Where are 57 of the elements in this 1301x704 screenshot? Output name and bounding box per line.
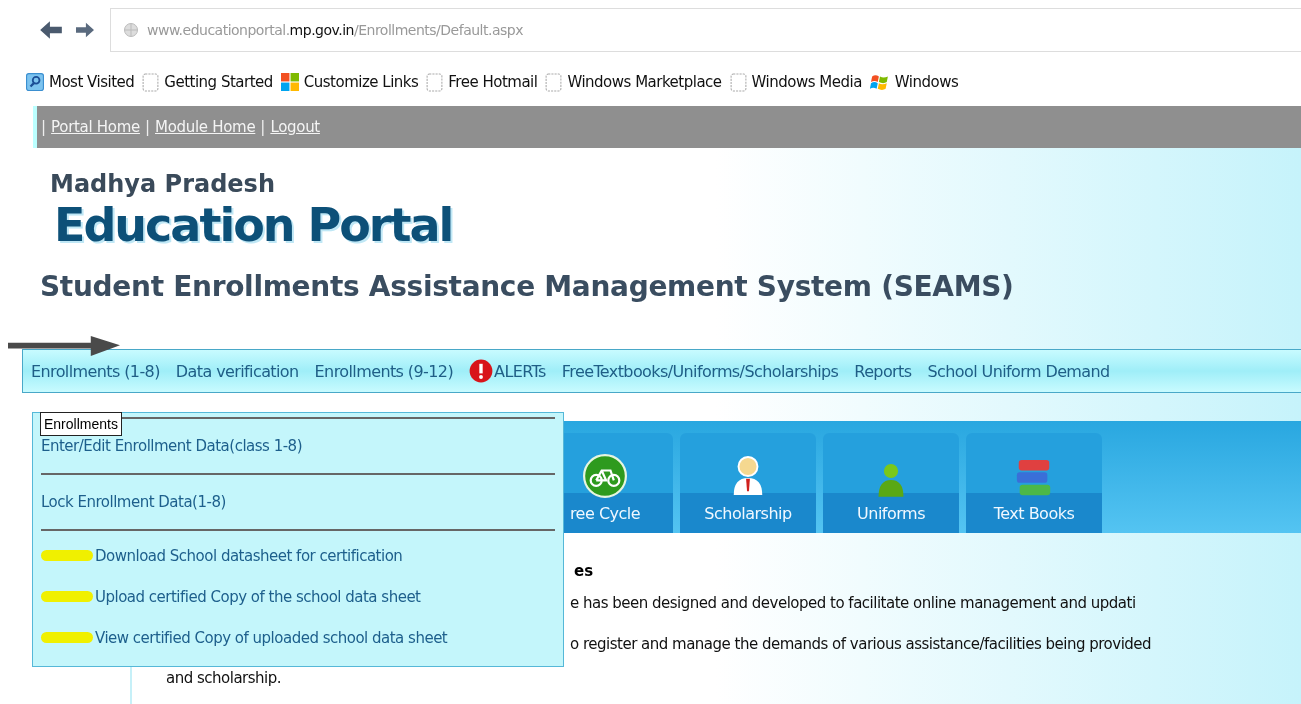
menu-item[interactable]: Reports	[854, 361, 912, 381]
alert-icon	[469, 359, 494, 383]
dropdown-item[interactable]: View certified Copy of uploaded school data sheet	[95, 628, 448, 647]
description-text: and scholarship.	[166, 669, 283, 687]
menu-item[interactable]: FreeTextbooks/Uniforms/Scholarships	[561, 361, 839, 381]
bookmark-link[interactable]: Windows Marketplace	[567, 73, 722, 91]
blank-page-icon	[729, 72, 747, 92]
nav-link[interactable]: Portal Home	[51, 118, 140, 136]
tooltip: Enrollments	[40, 412, 122, 436]
portal-title: Education Portal	[54, 198, 454, 252]
marker-pill-icon	[41, 632, 93, 643]
bookmark-link[interactable]: Getting Started	[164, 73, 273, 91]
feature-tab[interactable]: Uniforms	[823, 433, 959, 533]
description-text: o register and manage the demands of various assistance/facilities being provided	[570, 635, 1153, 653]
tab-label: Text Books	[993, 504, 1075, 523]
system-title: Student Enrollments Assistance Management System (SEAMS)	[40, 270, 1015, 303]
menu-item[interactable]: ALERTs	[494, 361, 546, 381]
flag-icon	[869, 73, 890, 91]
dropdown-item[interactable]: Download School datasheet for certification	[95, 546, 403, 565]
feature-tab[interactable]: Text Books	[966, 433, 1102, 533]
menu-item[interactable]: School Uniform Demand	[927, 361, 1110, 381]
nav-separator: |	[41, 118, 47, 136]
bookmark-link[interactable]: Customize Links	[303, 73, 419, 91]
menu-item[interactable]: Enrollments (1-8)	[31, 361, 160, 381]
menu-item[interactable]: Data verification	[175, 361, 299, 381]
marker-pill-icon	[41, 591, 93, 602]
bookmark-link[interactable]: Most Visited	[49, 73, 135, 91]
tab-label: Scholarship	[704, 504, 792, 523]
nav-separator: |	[260, 118, 266, 136]
nav-separator: |	[144, 118, 150, 136]
bookmark-link[interactable]: Windows Media	[751, 73, 862, 91]
tab-label: ree Cycle	[569, 504, 641, 523]
nav-link[interactable]: Logout	[270, 118, 320, 136]
feature-tab[interactable]: Scholarship	[680, 433, 816, 533]
globe-icon	[123, 22, 139, 38]
description-text: e has been designed and developed to facilitate online management and updati	[570, 594, 1137, 612]
tab-label: Uniforms	[857, 504, 925, 523]
bookmark-link[interactable]: Windows	[894, 73, 959, 91]
menu-item[interactable]: Enrollments (9-12)	[314, 361, 454, 381]
pointer-arrow-icon	[8, 336, 120, 356]
forward-arrow-icon[interactable]	[74, 21, 96, 39]
bookmark-link[interactable]: Free Hotmail	[448, 73, 538, 91]
blank-page-icon	[426, 72, 444, 92]
four-tiles-icon	[280, 73, 299, 91]
dropdown-item[interactable]: Enter/Edit Enrollment Data(class 1-8)	[41, 437, 302, 455]
blank-page-icon	[142, 72, 160, 92]
nav-link[interactable]: Module Home	[155, 118, 256, 136]
blank-page-icon	[545, 72, 563, 92]
dropdown-item[interactable]: Upload certified Copy of the school data sheet	[95, 587, 421, 606]
bicycle-icon	[583, 454, 627, 498]
marker-pill-icon	[41, 550, 93, 561]
dropdown-item[interactable]: Lock Enrollment Data(1-8)	[41, 493, 226, 511]
search-icon	[26, 73, 44, 91]
state-name: Madhya Pradesh	[50, 170, 276, 198]
back-arrow-icon[interactable]	[38, 19, 64, 41]
address-bar[interactable]: www.educationportal.mp.gov.in/Enrollments/Default.aspx	[110, 8, 1301, 52]
section-heading: es	[574, 562, 595, 580]
